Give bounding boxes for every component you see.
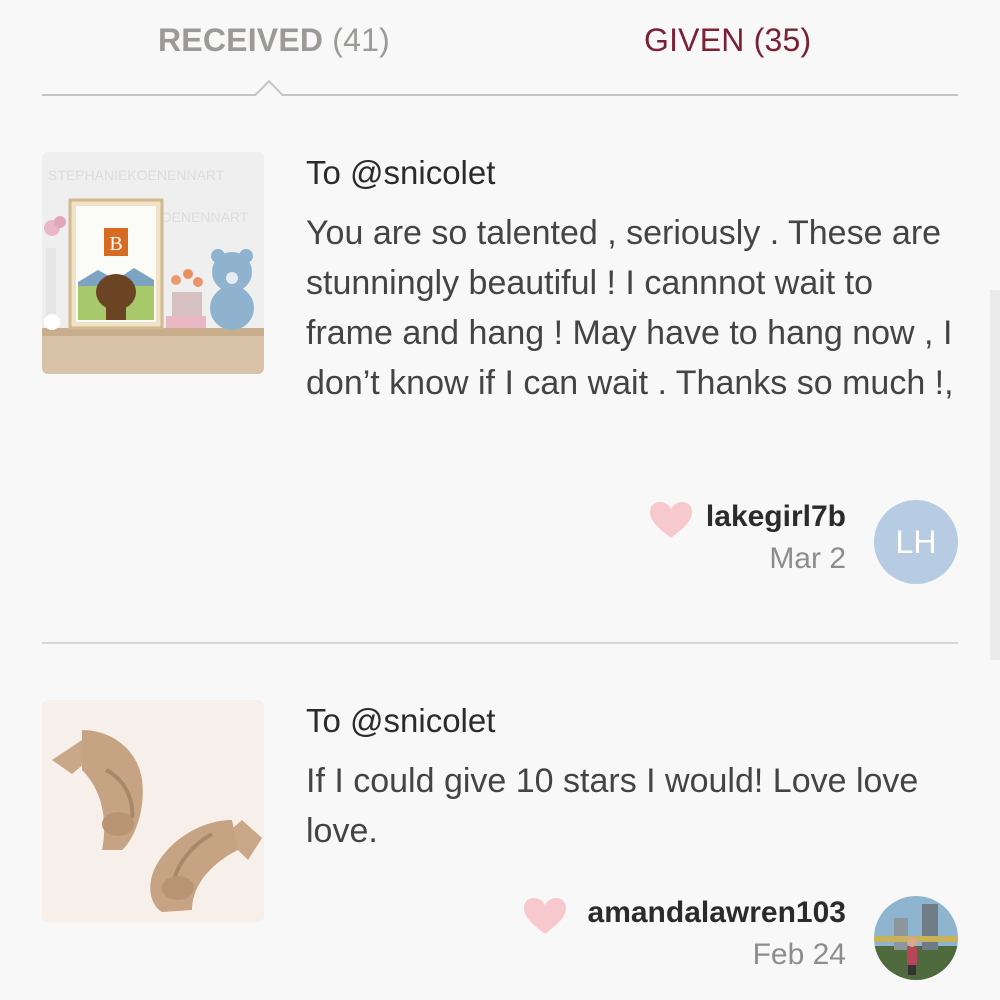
watermark-text: STEPHANIEKOENENNART [48, 167, 225, 183]
framed-bison-print-image: STEPHANIEKOENENNART STEPHANIEKOENENNART … [42, 152, 264, 374]
avatar[interactable] [874, 896, 958, 980]
review-date: Mar 2 [769, 542, 846, 575]
listing-thumbnail[interactable]: STEPHANIEKOENENNART STEPHANIEKOENENNART … [42, 152, 264, 374]
tab-received[interactable]: RECEIVED (41) [158, 22, 390, 59]
listing-thumbnail[interactable] [42, 700, 264, 922]
user-photo-avatar [874, 896, 958, 980]
review-recipient[interactable]: To @snicolet [306, 702, 495, 740]
avatar[interactable]: LH [874, 500, 958, 584]
review-recipient[interactable]: To @snicolet [306, 154, 495, 192]
active-tab-caret [254, 79, 284, 109]
tab-given[interactable]: GIVEN (35) [644, 22, 811, 59]
poster-letter: B [109, 233, 122, 255]
heart-icon [524, 898, 566, 934]
review-message: You are so talented , seriously . These … [306, 214, 954, 402]
author-username[interactable]: amandalawren103 [588, 896, 846, 930]
review-divider [42, 642, 958, 644]
review-author-block: lakegirl7b Mar 2 [706, 500, 846, 576]
tab-received-label: RECEIVED [158, 22, 324, 58]
author-username[interactable]: lakegirl7b [706, 500, 846, 534]
review-date: Feb 24 [752, 938, 846, 971]
scrollbar[interactable] [990, 290, 1000, 660]
review-tabs: RECEIVED (41) GIVEN (35) [42, 0, 958, 109]
tab-given-label: GIVEN [644, 22, 745, 58]
tan-heeled-mules-image [42, 700, 264, 922]
review-message: If I could give 10 stars I would! Love l… [306, 762, 919, 850]
tab-underline [42, 94, 958, 96]
tab-received-count: (41) [332, 22, 391, 58]
tab-given-count: (35) [753, 22, 812, 58]
heart-icon [650, 502, 692, 538]
review-author-block: amandalawren103 Feb 24 [588, 896, 846, 972]
